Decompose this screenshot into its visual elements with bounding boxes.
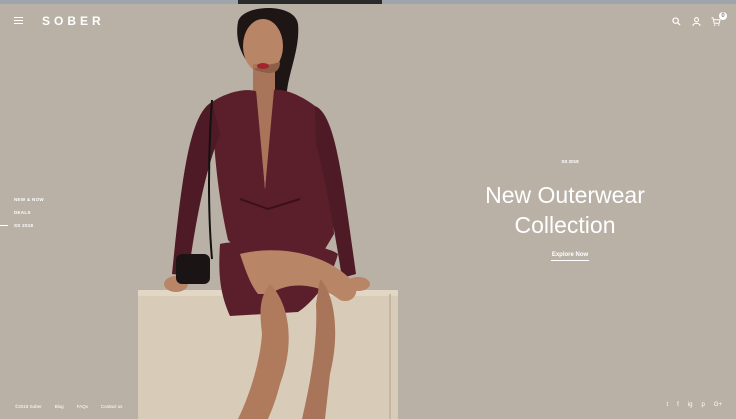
menu-icon[interactable]: [14, 17, 23, 24]
header-icons: 0: [670, 12, 727, 27]
hero-subtitle: SS 2018: [561, 159, 579, 164]
logo[interactable]: SOBER: [42, 14, 105, 28]
footer-link-blog[interactable]: Blog: [55, 404, 64, 409]
side-nav: NEW & NOW DEALS SS 2018: [0, 193, 44, 232]
explore-now-underline: [551, 260, 589, 261]
hero-title: New Outerwear Collection: [450, 180, 680, 240]
pinterest-icon[interactable]: p: [701, 402, 704, 408]
side-nav-item-ss-2018[interactable]: SS 2018: [0, 219, 44, 232]
twitter-icon[interactable]: t: [666, 402, 668, 408]
footer-links: ©2018 Sober Blog FAQs Contact us: [15, 404, 122, 409]
explore-now-label: Explore Now: [551, 252, 589, 258]
social-links: t f ig p G+: [666, 402, 722, 408]
side-nav-item-new-now[interactable]: NEW & NOW: [0, 193, 44, 206]
google-plus-icon[interactable]: G+: [714, 402, 722, 408]
cart-count-badge: 0: [719, 12, 727, 20]
cart-icon[interactable]: 0: [710, 12, 727, 27]
footer-link-contact[interactable]: Contact us: [101, 404, 123, 409]
active-indicator: [0, 225, 8, 226]
hero-title-line2: Collection: [514, 212, 616, 238]
explore-now-link[interactable]: Explore Now: [540, 252, 600, 261]
user-icon[interactable]: [690, 15, 702, 27]
footer-link-faqs[interactable]: FAQs: [77, 404, 88, 409]
hero-title-line1: New Outerwear: [485, 182, 645, 208]
side-nav-label: NEW & NOW: [14, 197, 44, 202]
side-nav-item-deals[interactable]: DEALS: [0, 206, 44, 219]
footer-copyright: ©2018 Sober: [15, 404, 42, 409]
instagram-icon[interactable]: ig: [688, 402, 693, 408]
side-nav-label: DEALS: [14, 210, 31, 215]
search-icon[interactable]: [670, 15, 682, 27]
facebook-icon[interactable]: f: [677, 402, 679, 408]
hero-model-image: [138, 8, 398, 419]
side-nav-label: SS 2018: [14, 223, 34, 228]
